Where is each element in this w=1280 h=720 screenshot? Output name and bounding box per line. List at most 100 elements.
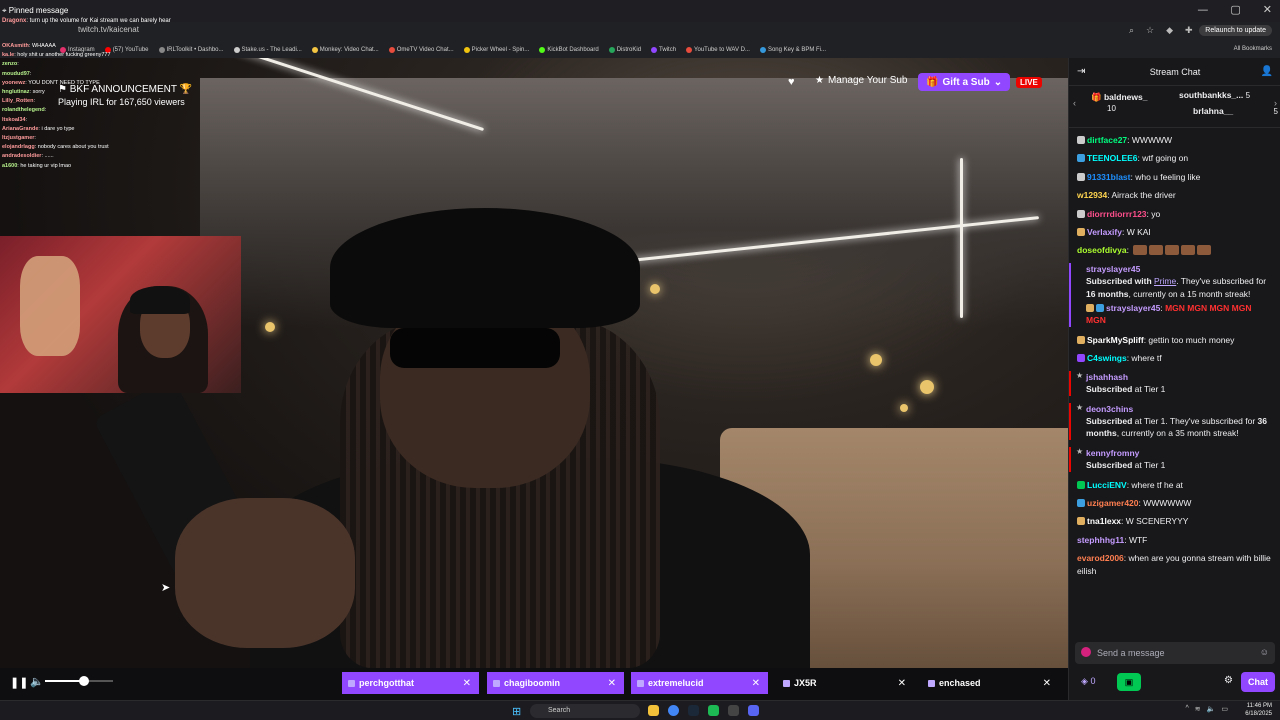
bookmark-item[interactable]: Monkey: Video Chat...	[311, 47, 379, 53]
puzzle-icon[interactable]: ✚	[1185, 25, 1193, 36]
speaker-icon[interactable]: 🔈	[1207, 705, 1216, 713]
address-bar[interactable]: twitch.tv/kaicenat ⌕ ☆ ◆ ✚ ●	[0, 22, 1280, 42]
prime-link[interactable]: Prime	[1154, 276, 1176, 286]
clock[interactable]: 11:46 PM 6/18/2025	[1245, 702, 1272, 718]
chat-username[interactable]: TEENOLEE6	[1087, 153, 1138, 163]
chevron-left-icon[interactable]: ‹	[1073, 98, 1076, 108]
leader-3[interactable]: brlahna__ 5	[1193, 106, 1278, 116]
volume-icon[interactable]: 🔈	[30, 675, 44, 688]
chat-username[interactable]: C4swings	[1087, 353, 1127, 363]
chat-username[interactable]: SparkMySpliff	[1087, 335, 1144, 345]
claim-bonus-icon[interactable]: ▣	[1117, 673, 1141, 691]
webcam-feed	[0, 236, 241, 393]
emote-picker-icon[interactable]	[1081, 647, 1091, 657]
multistream-tab[interactable]: perchgotthat ✕	[342, 672, 479, 694]
chat-input[interactable]: Send a message ☺	[1075, 642, 1275, 664]
chat-username[interactable]: w12934	[1077, 190, 1107, 200]
chat-username[interactable]: Verlaxify	[1087, 227, 1122, 237]
chat-username[interactable]: evarod2006	[1077, 553, 1124, 563]
sub-notice: ★ kennyfromny Subscribed at Tier 1	[1069, 446, 1273, 472]
bookmark-item[interactable]: DistroKid	[608, 47, 641, 53]
gift-icon: 🎁	[1091, 92, 1102, 102]
pause-icon[interactable]: ❚❚	[10, 676, 28, 689]
chat-username[interactable]: stephhhg11	[1077, 535, 1124, 545]
multistream-tab[interactable]: extremelucid ✕	[631, 672, 768, 694]
windows-start-icon[interactable]: ⊞	[512, 705, 521, 718]
leader-1[interactable]: 🎁 baldnews_ 10	[1091, 92, 1147, 113]
multistream-tab[interactable]: enchased ✕	[922, 672, 1059, 694]
bookmark-item[interactable]: Twitch	[651, 47, 676, 53]
overlay-chat-line: a1600: he taking ur vip lmao	[2, 162, 72, 169]
bookmark-item[interactable]: YouTube to WAV D...	[686, 47, 750, 53]
steam-icon[interactable]	[688, 705, 699, 716]
relaunch-button[interactable]: Relaunch to update	[1199, 25, 1272, 36]
window-controls: — ▢ ✕	[1197, 3, 1272, 16]
close-icon[interactable]: ✕	[1043, 678, 1051, 689]
minimize-icon[interactable]: —	[1197, 3, 1208, 16]
chat-input-placeholder: Send a message	[1097, 648, 1165, 658]
manage-sub-button[interactable]: ★ Manage Your Sub	[815, 75, 907, 86]
chat-username[interactable]: doseofdivya	[1077, 245, 1127, 255]
discord-icon[interactable]	[748, 705, 759, 716]
zoom-icon[interactable]: ⌕	[1129, 25, 1134, 36]
bookmark-icon	[388, 47, 395, 53]
chat-message: doseofdivya:	[1077, 244, 1273, 256]
chat-username[interactable]: LucciENV	[1087, 480, 1127, 490]
battery-icon[interactable]: ▭	[1221, 705, 1228, 713]
trophy-icon: 🏆	[179, 84, 193, 95]
chat-message: SparkMySpliff: gettin too much money	[1077, 334, 1273, 346]
close-icon[interactable]: ✕	[463, 678, 471, 689]
chevron-up-icon[interactable]: ^	[1185, 705, 1188, 713]
bookmark-item[interactable]: KickBot Dashboard	[539, 47, 599, 53]
badge-icon	[1077, 480, 1085, 489]
sub-notice: strayslayer45 Subscribed with Prime. The…	[1069, 262, 1273, 327]
webcam-figure	[20, 256, 80, 356]
chat-username[interactable]: 91331blast	[1087, 172, 1130, 182]
chat-message: dirtface27: WWWWW	[1077, 134, 1273, 146]
bookmark-icon	[463, 47, 470, 53]
chevron-right-icon[interactable]: ›	[1274, 98, 1277, 108]
chat-username[interactable]: uzigamer420	[1087, 498, 1139, 508]
emote-icon	[1148, 245, 1163, 256]
gift-sub-button[interactable]: 🎁 Gift a Sub ⌄	[918, 73, 1011, 91]
multistream-tab[interactable]: chagiboomin ✕	[487, 672, 624, 694]
bookmark-item[interactable]: OmeTV Video Chat...	[388, 47, 454, 53]
bookmark-item[interactable]: Picker Wheel - Spin...	[463, 47, 529, 53]
badge-icon	[1077, 136, 1085, 144]
chat-send-button[interactable]: Chat	[1241, 672, 1275, 692]
chat-username[interactable]: tna1lexx	[1087, 516, 1121, 526]
bookmark-icon	[651, 47, 658, 53]
app-icon[interactable]	[728, 705, 739, 716]
chat-username[interactable]: diorrrdiorrr123	[1087, 209, 1147, 219]
badge-icon	[1086, 304, 1094, 313]
emoji-icon[interactable]: ☺	[1260, 647, 1269, 657]
gear-icon[interactable]: ⚙	[1224, 675, 1233, 686]
multistream-tab[interactable]: JX5R ✕	[777, 672, 914, 694]
follow-heart-icon[interactable]: ♥	[788, 76, 795, 88]
light-strip	[960, 158, 963, 318]
chat-username[interactable]: dirtface27	[1087, 135, 1127, 145]
close-icon[interactable]: ✕	[608, 678, 616, 689]
bookmark-item[interactable]: Stake.us - The Leadi...	[233, 47, 302, 53]
close-icon[interactable]: ✕	[898, 678, 906, 689]
wifi-icon[interactable]: ≋	[1195, 705, 1201, 713]
url-text[interactable]: twitch.tv/kaicenat	[78, 25, 139, 34]
app-icon[interactable]	[708, 705, 719, 716]
close-window-icon[interactable]: ✕	[1263, 3, 1272, 16]
extension-icon[interactable]: ◆	[1166, 25, 1173, 36]
channel-points[interactable]: ◈ 0	[1081, 676, 1095, 687]
maximize-icon[interactable]: ▢	[1230, 3, 1240, 16]
chevron-down-icon: ⌄	[993, 76, 1003, 88]
all-bookmarks-button[interactable]: All Bookmarks	[1234, 46, 1272, 52]
taskbar-search[interactable]: Search	[530, 704, 640, 718]
bookmark-star-icon[interactable]: ☆	[1146, 25, 1154, 36]
file-explorer-icon[interactable]	[648, 705, 659, 716]
overlay-chat-line: ltskoal34:	[2, 116, 28, 123]
bookmark-item[interactable]: Song Key & BPM Fi...	[759, 47, 826, 53]
chat-header: ⇥ Stream Chat 👤	[1069, 58, 1280, 86]
chrome-icon[interactable]	[668, 705, 679, 716]
community-icon[interactable]: 👤	[1261, 66, 1273, 77]
close-icon[interactable]: ✕	[752, 678, 760, 689]
chat-message: strayslayer45: MGN MGN MGN MGN MGN	[1086, 303, 1252, 326]
leader-2[interactable]: southbankks_... 5	[1179, 90, 1250, 100]
